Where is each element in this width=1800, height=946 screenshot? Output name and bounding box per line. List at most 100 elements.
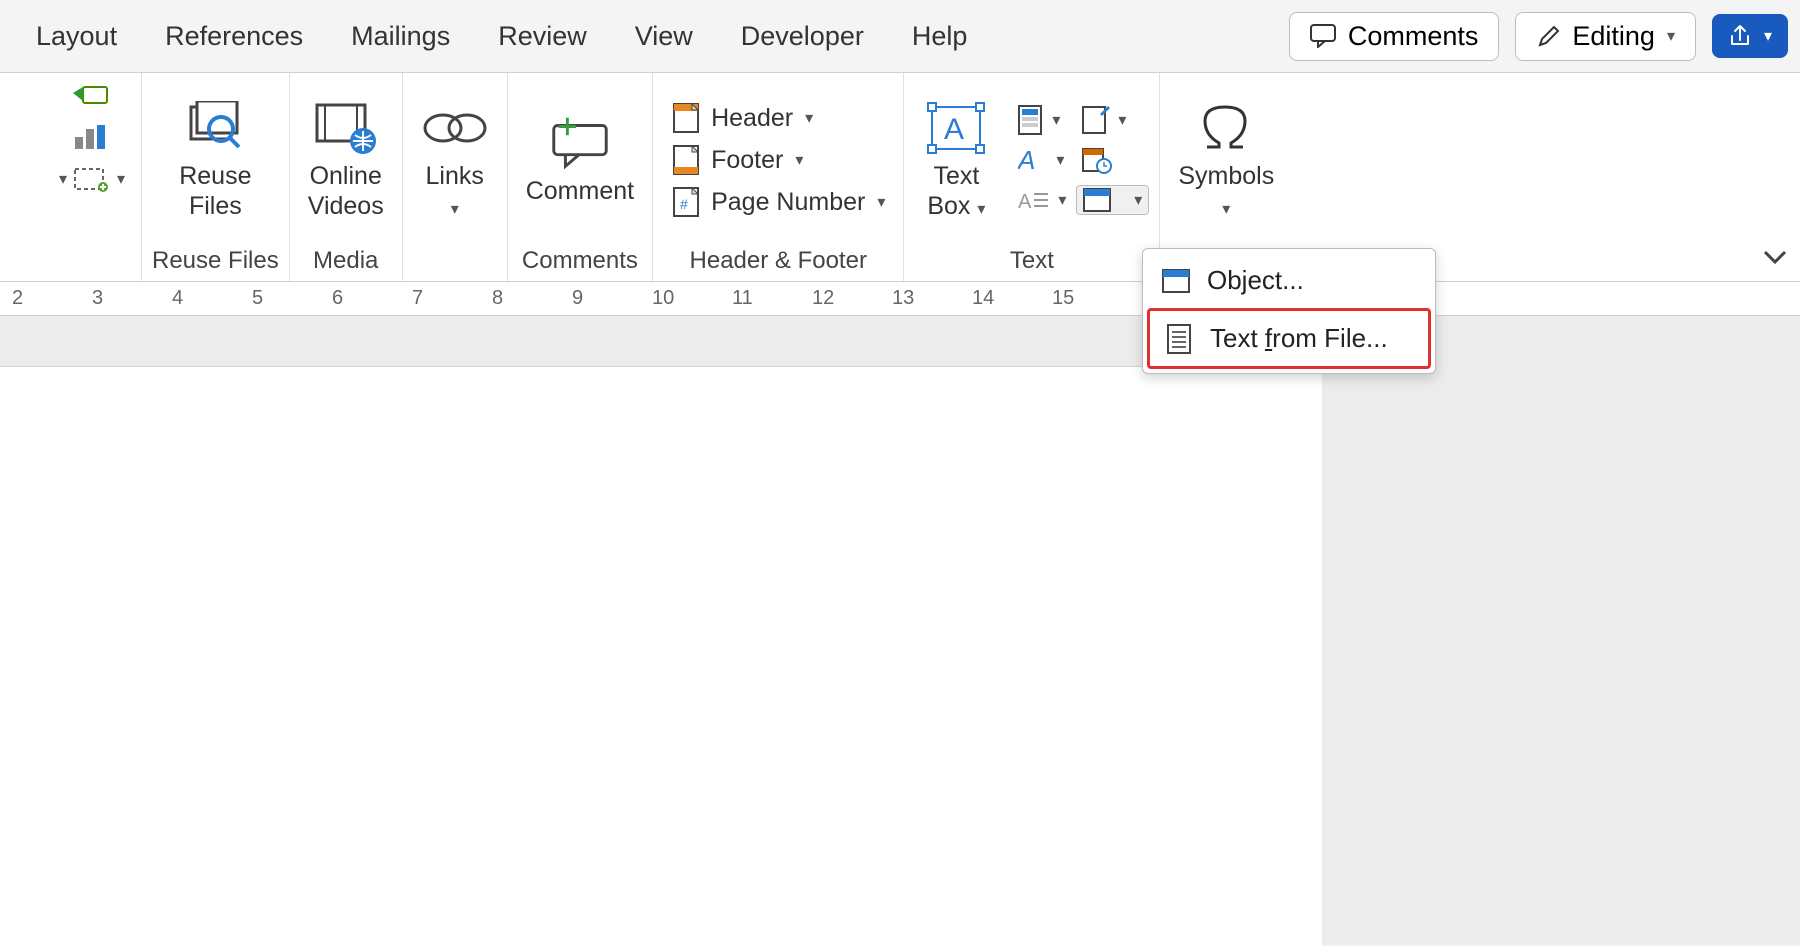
ruler-tick: 12 [812,287,892,310]
tab-view[interactable]: View [635,21,693,52]
tab-layout[interactable]: Layout [36,21,117,52]
footer-button[interactable]: Footer ▾ [663,141,893,179]
smartart-button[interactable] [73,83,109,109]
tab-review[interactable]: Review [498,21,587,52]
tab-mailings[interactable]: Mailings [351,21,450,52]
ruler-tick: 10 [652,287,732,310]
chevron-down-icon: ▾ [1222,201,1230,218]
links-button[interactable]: Links▾ [413,95,497,225]
date-time-button[interactable] [1076,144,1149,176]
screenshot-icon [73,165,109,193]
object-icon [1083,188,1111,212]
object-split-button[interactable]: ▾ [1076,185,1149,215]
screenshot-button[interactable]: ▾ ▾ [57,165,125,193]
right-controls: Comments Editing ▾ ▾ [1289,12,1788,61]
pencil-icon [1536,23,1562,49]
svg-text:#: # [680,196,688,212]
svg-text:A: A [1018,147,1035,173]
tab-references[interactable]: References [165,21,303,52]
ruler-tick: 15 [1052,287,1132,310]
group-label-links [451,241,458,281]
comment-label: Comment [526,176,634,206]
ruler-tick: 14 [972,287,1052,310]
object-dropdown-menu: Object... Text from File... [1142,248,1436,374]
group-header-footer: Header ▾ Footer ▾ # Page Number ▾ Header… [653,73,904,281]
tab-developer[interactable]: Developer [741,21,864,52]
document-page[interactable] [0,366,1322,946]
svg-text:A: A [1018,191,1032,212]
chevron-down-icon: ▾ [1118,110,1126,130]
quick-parts-icon [1018,105,1044,135]
ruler-tick: 11 [732,287,812,310]
editing-mode-button[interactable]: Editing ▾ [1515,12,1696,61]
online-video-icon [313,101,379,155]
page-number-button[interactable]: # Page Number ▾ [663,183,893,221]
comments-button[interactable]: Comments [1289,12,1500,61]
online-videos-button[interactable]: OnlineVideos [300,95,392,225]
wordart-button[interactable]: A▾ [1012,145,1072,175]
svg-text:A: A [944,113,964,146]
online-videos-l1: Online [310,162,382,190]
text-box-button[interactable]: A TextBox ▾ [914,95,998,225]
links-label: Links [426,162,484,190]
tab-bar: Layout References Mailings Review View D… [0,0,1800,72]
signature-icon [1082,106,1110,134]
reuse-files-button[interactable]: ReuseFiles [171,95,259,225]
group-label-comments: Comments [522,241,638,281]
ruler-tick: 13 [892,287,972,310]
signature-line-button[interactable]: ▾ [1076,104,1149,136]
chevron-down-icon: ▾ [1052,110,1060,130]
ruler[interactable]: 2 3 4 5 6 7 8 9 10 11 12 13 14 15 [0,282,1800,316]
smartart-icon [73,83,109,109]
header-button[interactable]: Header ▾ [663,99,893,137]
chart-icon [73,123,109,151]
collapse-ribbon-button[interactable] [1758,244,1792,275]
text-file-icon [1167,324,1191,354]
textbox-l2: Box [927,192,970,220]
group-label-text: Text [1010,241,1054,281]
group-media: OnlineVideos Media [290,73,403,281]
ruler-tick: 9 [572,287,652,310]
symbols-label: Symbols [1178,162,1274,190]
group-illustrations-partial: ▾ ▾ [0,73,142,281]
menu-item-text-from-file[interactable]: Text from File... [1147,308,1431,369]
group-text: A TextBox ▾ ▾ ▾ A▾ A▾ ▾ Text [904,73,1160,281]
symbols-button[interactable]: Symbols ▾ [1170,95,1282,225]
tab-help[interactable]: Help [912,21,968,52]
ruler-tick: 3 [92,287,172,310]
chevron-down-icon [1762,248,1788,266]
editing-label: Editing [1572,21,1655,52]
chevron-down-icon: ▾ [1764,26,1772,46]
text-box-icon: A [926,101,986,155]
comments-label: Comments [1348,21,1479,52]
date-time-icon [1082,146,1112,174]
chevron-down-icon: ▾ [117,169,125,189]
menu-item-object[interactable]: Object... [1147,253,1431,308]
page-number-label: Page Number [711,188,865,217]
group-comments: Comment Comments [508,73,653,281]
chevron-down-icon: ▾ [59,169,67,189]
omega-icon [1197,103,1255,153]
menu-label-object: Object... [1207,265,1304,296]
footer-label: Footer [711,146,783,175]
quick-parts-button[interactable]: ▾ [1012,103,1072,137]
reuse-files-icon [183,101,247,155]
ruler-tick: 6 [332,287,412,310]
ruler-tick: 7 [412,287,492,310]
chevron-down-icon: ▾ [1058,190,1066,210]
comment-button[interactable]: Comment [518,110,642,210]
chevron-down-icon: ▾ [1056,150,1064,170]
chevron-down-icon: ▾ [977,201,985,218]
chevron-down-icon: ▾ [1134,190,1142,210]
tabs: Layout References Mailings Review View D… [12,21,967,52]
ruler-tick: 8 [492,287,572,310]
drop-cap-button[interactable]: A▾ [1012,186,1072,214]
document-area [0,316,1800,945]
share-button[interactable]: ▾ [1712,14,1788,58]
wordart-icon: A [1018,147,1048,173]
ruler-tick: 4 [172,287,252,310]
chart-button[interactable] [73,123,109,151]
link-icon [421,106,489,150]
chevron-down-icon: ▾ [877,192,885,212]
comment-icon [1310,24,1338,48]
